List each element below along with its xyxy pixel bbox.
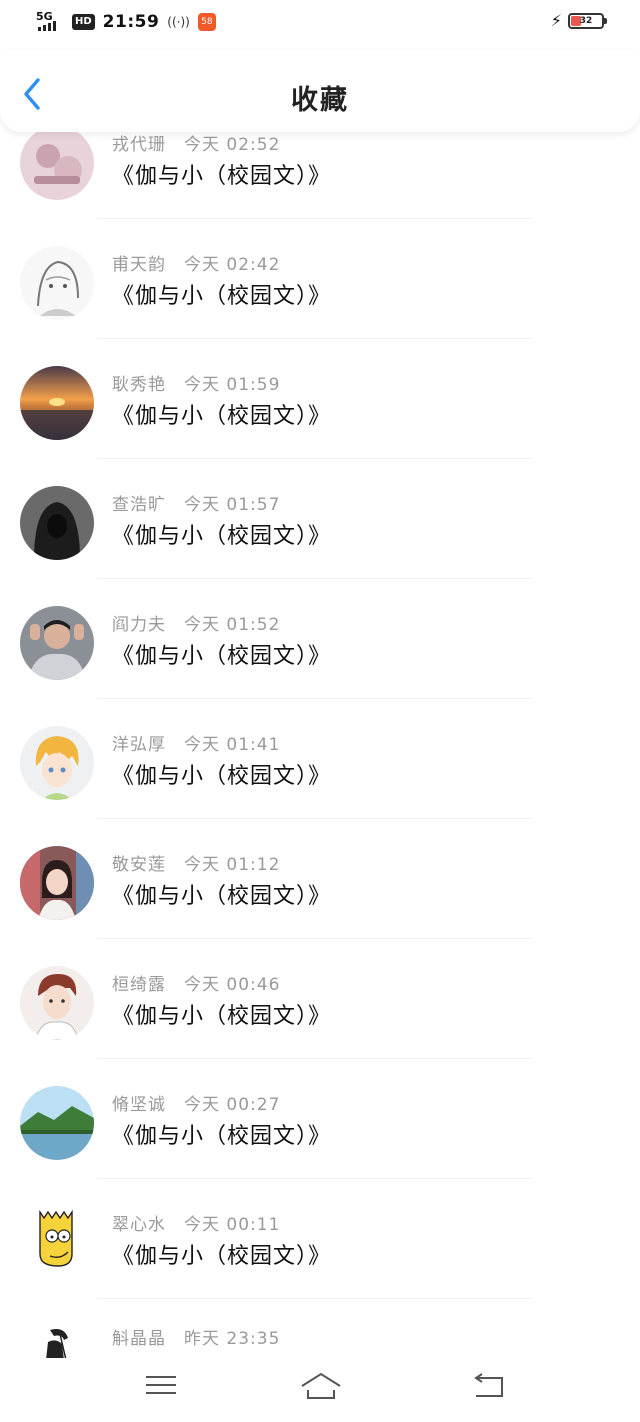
book-title: 《伽与小（校园文）》 <box>112 284 332 309</box>
divider <box>98 1178 532 1179</box>
item-time: 今天 01:12 <box>184 855 281 875</box>
divider <box>98 938 532 939</box>
item-time: 昨天 23:35 <box>184 1329 281 1349</box>
header: 收藏 <box>0 50 640 132</box>
item-time: 今天 01:52 <box>184 615 281 635</box>
item-meta: 耿秀艳 今天 01:59 <box>112 370 280 395</box>
user-name: 脩坚诚 <box>112 1095 166 1115</box>
user-name: 查浩旷 <box>112 495 166 515</box>
list-item[interactable]: 洋弘厚 今天 01:41 《伽与小（校园文）》 <box>0 700 640 820</box>
item-meta: 洋弘厚 今天 01:41 <box>112 730 280 755</box>
user-name: 耿秀艳 <box>112 375 166 395</box>
menu-button[interactable] <box>141 1368 181 1402</box>
item-meta: 脩坚诚 今天 00:27 <box>112 1090 280 1115</box>
user-name: 敬安莲 <box>112 855 166 875</box>
item-meta: 斛晶晶 昨天 23:35 <box>112 1324 280 1349</box>
avatar <box>20 846 94 920</box>
avatar <box>20 606 94 680</box>
avatar <box>20 366 94 440</box>
book-title: 《伽与小（校园文）》 <box>112 884 332 909</box>
home-icon <box>301 1372 341 1399</box>
item-time: 今天 00:11 <box>184 1215 281 1235</box>
item-time: 今天 00:27 <box>184 1095 281 1115</box>
return-icon <box>474 1373 503 1397</box>
user-name: 戎代珊 <box>112 135 166 155</box>
status-time: 21:59 <box>102 12 160 32</box>
item-time: 今天 02:52 <box>184 135 281 155</box>
back-nav-button[interactable] <box>470 1368 510 1402</box>
item-time: 今天 00:46 <box>184 975 281 995</box>
list-item[interactable]: 耿秀艳 今天 01:59 《伽与小（校园文）》 <box>0 340 640 460</box>
list-item[interactable]: 甫天韵 今天 02:42 《伽与小（校园文）》 <box>0 220 640 340</box>
charging-icon: ⚡ <box>550 11 562 30</box>
avatar <box>20 486 94 560</box>
user-name: 阎力夫 <box>112 615 166 635</box>
home-button[interactable] <box>298 1368 344 1402</box>
item-meta: 翠心水 今天 00:11 <box>112 1210 280 1235</box>
item-meta: 甫天韵 今天 02:42 <box>112 250 280 275</box>
page-title: 收藏 <box>291 85 349 116</box>
avatar <box>20 246 94 320</box>
system-navigation-bar <box>0 1358 640 1422</box>
book-title: 《伽与小（校园文）》 <box>112 524 332 549</box>
book-title: 《伽与小（校园文）》 <box>112 1124 332 1149</box>
menu-icon <box>146 1376 176 1394</box>
item-meta: 桓绮露 今天 00:46 <box>112 970 280 995</box>
avatar <box>20 726 94 800</box>
hd-badge: HD <box>72 14 95 30</box>
user-name: 翠心水 <box>112 1215 166 1235</box>
battery-level: 32 <box>579 16 593 26</box>
app-notification-icon: 58 <box>197 13 216 31</box>
item-meta: 戎代珊 今天 02:52 <box>112 130 280 155</box>
list-item[interactable]: 查浩旷 今天 01:57 《伽与小（校园文）》 <box>0 460 640 580</box>
hotspot-icon: ((·)) <box>167 15 190 29</box>
divider <box>98 698 532 699</box>
avatar <box>20 966 94 1040</box>
divider <box>98 338 532 339</box>
list-item[interactable]: 阎力夫 今天 01:52 《伽与小（校园文）》 <box>0 580 640 700</box>
divider <box>98 218 532 219</box>
item-time: 今天 01:59 <box>184 375 281 395</box>
signal-icon: 5G <box>34 11 64 33</box>
item-meta: 敬安莲 今天 01:12 <box>112 850 280 875</box>
user-name: 桓绮露 <box>112 975 166 995</box>
divider <box>98 458 532 459</box>
item-meta: 阎力夫 今天 01:52 <box>112 610 280 635</box>
divider <box>98 818 532 819</box>
status-bar: 5G HD 21:59 ((·)) 58 ⚡ 32 <box>0 0 640 50</box>
item-meta: 查浩旷 今天 01:57 <box>112 490 280 515</box>
list-item[interactable]: 翠心水 今天 00:11 《伽与小（校园文）》 <box>0 1180 640 1300</box>
item-time: 今天 02:42 <box>184 255 281 275</box>
list-item[interactable]: 敬安莲 今天 01:12 《伽与小（校园文）》 <box>0 820 640 940</box>
battery-icon: 32 <box>568 13 607 29</box>
book-title: 《伽与小（校园文）》 <box>112 164 332 189</box>
book-title: 《伽与小（校园文）》 <box>112 404 332 429</box>
list-item[interactable]: 桓绮露 今天 00:46 《伽与小（校园文）》 <box>0 940 640 1060</box>
divider <box>98 1298 532 1299</box>
avatar <box>20 1206 94 1280</box>
user-name: 斛晶晶 <box>112 1329 166 1349</box>
item-time: 今天 01:41 <box>184 735 281 755</box>
avatar <box>20 126 94 200</box>
divider <box>98 578 532 579</box>
favorites-list: 戎代珊 今天 02:52 《伽与小（校园文）》 甫天韵 今天 02:42 《伽与小（… <box>0 100 640 1420</box>
avatar <box>20 1086 94 1160</box>
list-item[interactable]: 脩坚诚 今天 00:27 《伽与小（校园文）》 <box>0 1060 640 1180</box>
user-name: 洋弘厚 <box>112 735 166 755</box>
book-title: 《伽与小（校园文）》 <box>112 1244 332 1269</box>
book-title: 《伽与小（校园文）》 <box>112 644 332 669</box>
item-time: 今天 01:57 <box>184 495 281 515</box>
book-title: 《伽与小（校园文）》 <box>112 764 332 789</box>
divider <box>98 1058 532 1059</box>
user-name: 甫天韵 <box>112 255 166 275</box>
book-title: 《伽与小（校园文）》 <box>112 1004 332 1029</box>
